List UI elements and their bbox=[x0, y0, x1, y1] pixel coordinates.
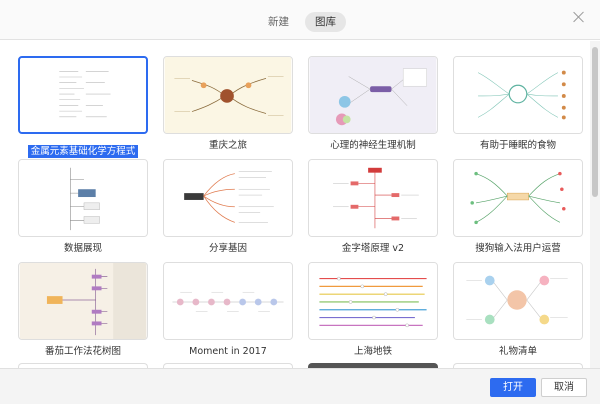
template-card[interactable]: 金字塔原理 v2 bbox=[308, 159, 438, 255]
template-label: 重庆之旅 bbox=[208, 140, 247, 151]
template-label: 礼物清单 bbox=[498, 346, 537, 357]
template-thumbnail bbox=[18, 159, 148, 237]
template-card[interactable]: 重庆之旅 bbox=[163, 56, 293, 152]
template-label: 心理的神经生理机制 bbox=[330, 140, 416, 151]
template-card[interactable]: 金属元素基础化学方程式 bbox=[18, 56, 148, 158]
template-card[interactable]: 番茄工作法花树图 bbox=[18, 262, 148, 358]
template-card[interactable]: 有助于睡眠的食物 bbox=[453, 56, 583, 152]
open-button[interactable]: 打开 bbox=[490, 378, 536, 397]
template-thumbnail bbox=[308, 56, 438, 134]
template-thumbnail bbox=[453, 262, 583, 340]
scrollbar-thumb[interactable] bbox=[592, 47, 598, 197]
tab-bar: 新建 图库 bbox=[258, 12, 346, 32]
template-gallery: 金属元素基础化学方程式 重庆之旅 心理的神经生理机制 有助于睡眠的食物 数据展现… bbox=[0, 41, 590, 368]
template-label: 金属元素基础化学方程式 bbox=[27, 145, 139, 158]
template-card[interactable]: 心理的神经生理机制 bbox=[308, 56, 438, 152]
template-thumbnail bbox=[163, 262, 293, 340]
dialog-header: 新建 图库 bbox=[0, 0, 600, 40]
template-card[interactable]: 数据展现 bbox=[18, 159, 148, 255]
gallery-scrollbar[interactable] bbox=[590, 41, 600, 368]
template-thumbnail bbox=[18, 56, 148, 134]
template-label: 分享基因 bbox=[208, 243, 247, 254]
template-thumbnail bbox=[453, 56, 583, 134]
template-card[interactable]: 上海地铁 bbox=[308, 262, 438, 358]
template-thumbnail bbox=[308, 159, 438, 237]
cancel-button[interactable]: 取消 bbox=[541, 378, 587, 397]
template-label: 番茄工作法花树图 bbox=[44, 346, 121, 357]
template-thumbnail bbox=[163, 56, 293, 134]
template-thumbnail bbox=[163, 159, 293, 237]
template-label: 数据展现 bbox=[63, 243, 102, 254]
template-label: 搜狗输入法用户运营 bbox=[475, 243, 561, 254]
close-icon[interactable] bbox=[572, 10, 586, 24]
template-card[interactable]: Moment in 2017 bbox=[163, 262, 293, 358]
tab-new[interactable]: 新建 bbox=[258, 12, 299, 32]
template-card[interactable]: 搜狗输入法用户运营 bbox=[453, 159, 583, 255]
tab-gallery[interactable]: 图库 bbox=[305, 12, 346, 32]
template-thumbnail bbox=[308, 262, 438, 340]
template-label: 上海地铁 bbox=[353, 346, 392, 357]
template-label: 有助于睡眠的食物 bbox=[479, 140, 556, 151]
template-label: Moment in 2017 bbox=[189, 346, 267, 357]
template-card[interactable]: 礼物清单 bbox=[453, 262, 583, 358]
template-card[interactable]: 分享基因 bbox=[163, 159, 293, 255]
template-label: 金字塔原理 v2 bbox=[341, 243, 405, 254]
dialog-footer: 打开 取消 bbox=[0, 368, 600, 404]
template-thumbnail bbox=[18, 262, 148, 340]
template-thumbnail bbox=[453, 159, 583, 237]
